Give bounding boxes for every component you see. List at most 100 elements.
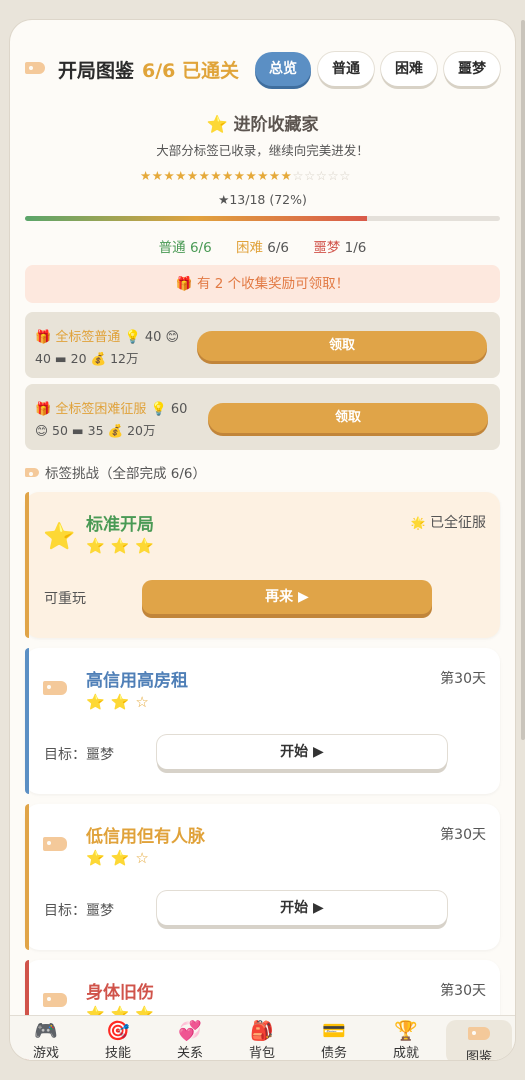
gift-icon: 🎁 — [175, 276, 193, 292]
card-note: 目标：噩梦 — [44, 903, 114, 919]
star-progress-row: ★★★★★★★★★★★★★☆☆☆☆☆ — [140, 168, 351, 183]
gift-icon: 🎁 — [35, 330, 52, 345]
trophy-icon: 🏆 — [394, 1020, 418, 1042]
star-empty-icon: ☆ — [339, 168, 351, 183]
star-filled-icon: ★ — [280, 168, 293, 183]
difficulty-normal: 普通 6/6 — [158, 240, 212, 256]
start-button[interactable]: 开始 ▶ — [157, 735, 447, 769]
star-filled-icon: ★ — [151, 168, 164, 183]
tab-overview[interactable]: 总览 — [255, 52, 311, 86]
card-title: 低信用但有人脉 — [86, 827, 205, 847]
bulb-icon: 💡 — [124, 330, 141, 345]
nav-item-relations[interactable]: 💞 关系 — [154, 1016, 226, 1060]
star-filled-icon: ★ — [198, 168, 211, 183]
nav-label: 债务 — [320, 1046, 347, 1060]
reward-values: 😊 50 ▬ 35 💰 20万 — [35, 423, 156, 438]
card-stars: ⭐⭐⭐ — [86, 537, 161, 555]
star-empty-icon: ☆ — [315, 168, 328, 183]
star-filled-icon: ★ — [210, 168, 223, 183]
star-filled-icon: ★ — [222, 168, 234, 183]
section-title-text: 标签挑战（全部完成 6/6） — [45, 466, 207, 482]
title-text: 开局图鉴 — [58, 60, 135, 82]
hearts-icon: 💞 — [178, 1020, 202, 1042]
star-empty-icon: ☆ — [327, 168, 340, 183]
tag-icon — [43, 681, 67, 695]
reward-card-hard: 🎁 全标签困难征服 💡 60 😊 50 ▬ 35 💰 20万 领取 — [25, 384, 500, 450]
difficulty-nightmare: 噩梦 1/6 — [313, 240, 367, 256]
tab-normal[interactable]: 普通 — [318, 52, 374, 86]
challenge-card: 低信用但有人脉 ⭐⭐☆ 第30天 目标：噩梦 开始 ▶ — [25, 804, 500, 950]
scrollbar[interactable] — [521, 20, 525, 740]
star-empty-icon: ☆ — [292, 168, 305, 183]
claim-button[interactable]: 领取 — [197, 331, 487, 361]
target-icon: 🎯 — [106, 1020, 130, 1042]
nav-label: 图鉴 — [465, 1050, 492, 1060]
reward-name: 全标签普通 — [55, 330, 121, 345]
star-filled-icon: ★ — [245, 168, 258, 183]
header: 开局图鉴 6/6 已通关 总览 普通 困难 噩梦 — [10, 20, 515, 115]
nav-item-debt[interactable]: 💳 债务 — [298, 1016, 370, 1060]
card-note: 可重玩 — [44, 591, 86, 607]
star-filled-icon: ★ — [233, 168, 246, 183]
card-status-text: 已全征服 — [430, 515, 486, 531]
star-filled-icon: ★ — [163, 168, 176, 183]
card-accent-bar — [25, 492, 29, 638]
section-title: 标签挑战（全部完成 6/6） — [25, 462, 206, 482]
claim-button[interactable]: 领取 — [208, 403, 488, 433]
nav-label: 关系 — [176, 1046, 203, 1060]
bulb-icon: 💡 — [150, 402, 167, 417]
nav-label: 成就 — [392, 1046, 419, 1060]
card-status: 第30天 — [440, 671, 486, 687]
nav-item-codex[interactable]: 图鉴 — [446, 1020, 512, 1060]
nav-item-skills[interactable]: 🎯 技能 — [82, 1016, 154, 1060]
tag-icon — [25, 468, 39, 477]
star-icon: ⭐ — [206, 115, 228, 135]
smile-icon: 😊 — [165, 330, 180, 345]
gift-icon: 🎁 — [35, 402, 52, 417]
nav-label: 技能 — [104, 1046, 131, 1060]
difficulty-hard: 困难 6/6 — [235, 240, 290, 256]
reward-banner: 🎁 有 2 个收集奖励可领取！ — [25, 265, 500, 303]
card-stars: ⭐⭐☆ — [86, 849, 155, 867]
codex-panel: 开局图鉴 6/6 已通关 总览 普通 困难 噩梦 ⭐ 进阶收藏家 大部分标签已收录… — [10, 20, 515, 1060]
star-filled-icon: ★ — [175, 168, 187, 183]
replay-button[interactable]: 再来 ▶ — [142, 580, 432, 614]
card-status: 🌟 已全征服 — [411, 512, 486, 532]
reward-insight: 60 — [170, 402, 188, 417]
star-icon: ⭐ — [43, 522, 76, 552]
reward-insight: 40 — [144, 330, 162, 345]
reward-card-normal: 🎁 全标签普通 💡 40 😊 40 ▬ 20 💰 12万 领取 — [25, 312, 500, 378]
tab-hard[interactable]: 困难 — [381, 52, 437, 86]
card-title: 标准开局 — [86, 515, 154, 535]
rank-title: ⭐ 进阶收藏家 — [10, 110, 515, 135]
card-stars: ⭐⭐☆ — [86, 693, 155, 711]
nav-label: 游戏 — [32, 1046, 59, 1060]
card-status: 第30天 — [440, 983, 486, 999]
star-filled-icon: ★ — [186, 168, 199, 183]
reward-values: 40 ▬ 20 💰 12万 — [35, 351, 139, 366]
star-filled-icon: ★ — [268, 168, 281, 183]
card-accent-bar — [25, 804, 29, 950]
difficulty-summary: 普通 6/6 困难 6/6 噩梦 1/6 — [10, 236, 515, 256]
tab-nightmare[interactable]: 噩梦 — [444, 52, 500, 86]
tag-icon — [43, 993, 67, 1007]
progress-bar — [25, 216, 500, 221]
tag-icon — [43, 837, 67, 851]
nav-item-achievements[interactable]: 🏆 成就 — [370, 1016, 442, 1060]
star-ratio: ★13/18 (72%) — [218, 192, 307, 207]
star-empty-icon: ☆ — [304, 168, 316, 183]
card-title: 高信用高房租 — [86, 671, 188, 691]
rank-subtitle: 大部分标签已收录，继续向完美进发！ — [156, 143, 369, 158]
page-title: 开局图鉴 6/6 已通关 — [58, 56, 239, 83]
sparkle-icon: 🌟 — [410, 516, 426, 530]
backpack-icon: 🎒 — [250, 1020, 274, 1042]
tag-icon — [446, 1023, 512, 1045]
clear-progress: 6/6 已通关 — [142, 60, 240, 82]
challenge-card: ⭐ 标准开局 ⭐⭐⭐ 🌟 已全征服 可重玩 再来 ▶ — [25, 492, 500, 638]
start-button[interactable]: 开始 ▶ — [157, 891, 447, 925]
nav-item-backpack[interactable]: 🎒 背包 — [226, 1016, 298, 1060]
gamepad-icon: 🎮 — [34, 1020, 58, 1042]
progress-bar-fill — [25, 216, 367, 221]
nav-item-game[interactable]: 🎮 游戏 — [10, 1016, 82, 1060]
challenge-card: 高信用高房租 ⭐⭐☆ 第30天 目标：噩梦 开始 ▶ — [25, 648, 500, 794]
